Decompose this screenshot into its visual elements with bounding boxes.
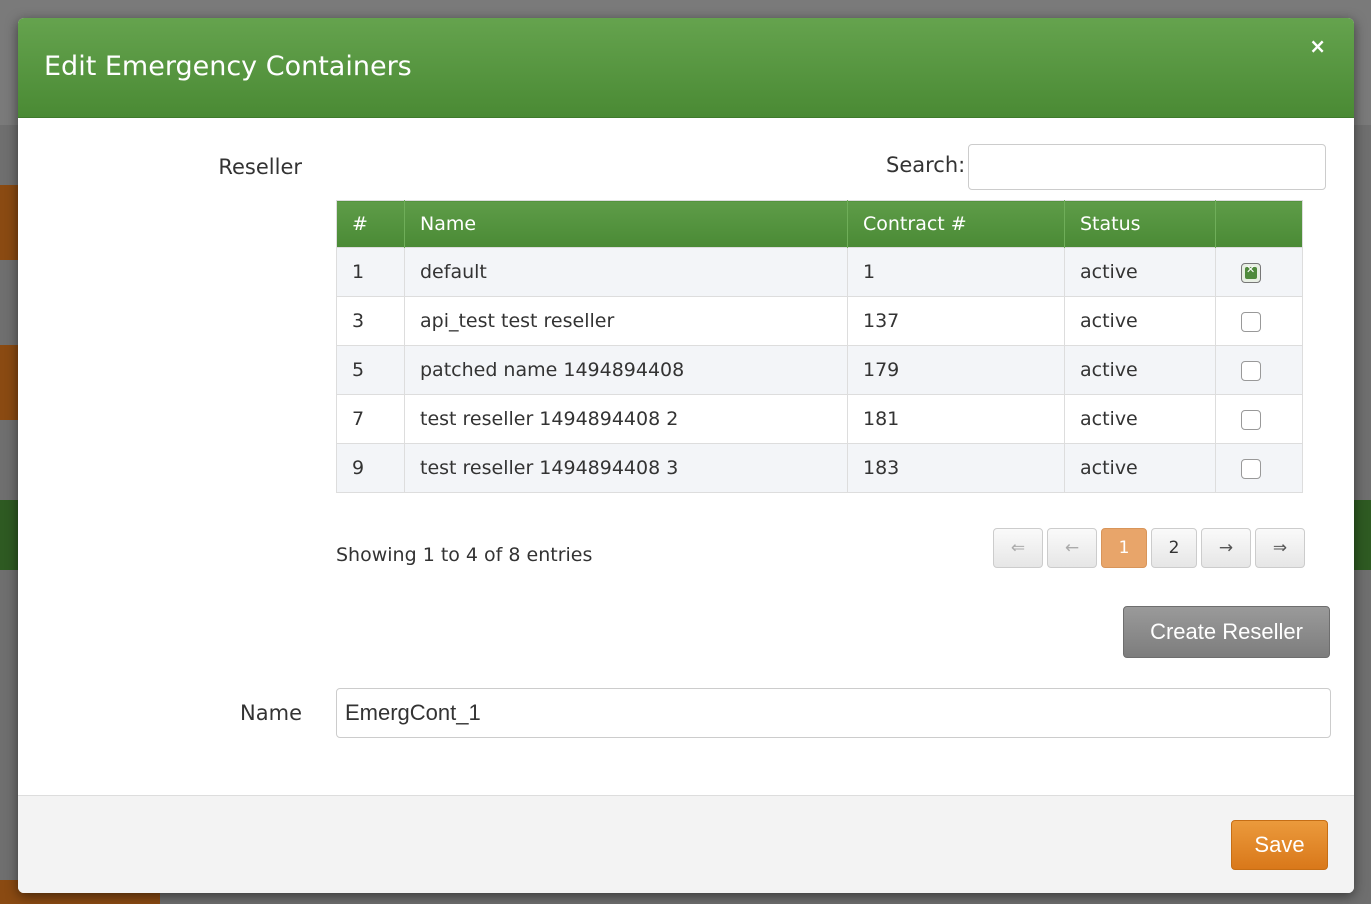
reseller-label: Reseller xyxy=(218,155,302,179)
cell-id: 5 xyxy=(336,345,405,395)
backdrop-fragment xyxy=(0,345,18,420)
cell-select xyxy=(1215,394,1303,444)
cell-status: active xyxy=(1064,296,1216,346)
cell-select xyxy=(1215,345,1303,395)
search-input[interactable] xyxy=(968,144,1326,190)
cell-id: 9 xyxy=(336,443,405,493)
page-1-button[interactable]: 1 xyxy=(1101,528,1147,568)
backdrop-fragment xyxy=(0,500,18,570)
column-header-name[interactable]: Name xyxy=(404,200,848,248)
cell-select xyxy=(1215,296,1303,346)
table-header-row: # Name Contract # Status xyxy=(336,200,1303,248)
cell-status: active xyxy=(1064,247,1216,297)
cell-id: 1 xyxy=(336,247,405,297)
edit-emergency-containers-modal: Edit Emergency Containers × Reseller Sea… xyxy=(18,18,1354,893)
table-row[interactable]: 9 test reseller 1494894408 3 183 active xyxy=(336,443,1303,493)
cell-contract: 137 xyxy=(847,296,1065,346)
close-icon[interactable]: × xyxy=(1309,34,1326,58)
table-row[interactable]: 7 test reseller 1494894408 2 181 active xyxy=(336,394,1303,444)
cell-status: active xyxy=(1064,345,1216,395)
row-checkbox[interactable] xyxy=(1241,360,1261,381)
cell-name: test reseller 1494894408 2 xyxy=(404,394,848,444)
backdrop-fragment xyxy=(1354,500,1371,570)
column-header-contract[interactable]: Contract # xyxy=(847,200,1065,248)
cell-name: default xyxy=(404,247,848,297)
next-page-button[interactable]: → xyxy=(1201,528,1251,568)
cell-id: 7 xyxy=(336,394,405,444)
cell-select xyxy=(1215,247,1303,297)
table-row[interactable]: 3 api_test test reseller 137 active xyxy=(336,296,1303,346)
search-label: Search: xyxy=(886,153,966,177)
prev-page-button[interactable]: ← xyxy=(1047,528,1097,568)
name-label: Name xyxy=(240,701,302,725)
row-checkbox[interactable] xyxy=(1241,458,1261,479)
cell-name: api_test test reseller xyxy=(404,296,848,346)
cell-name: test reseller 1494894408 3 xyxy=(404,443,848,493)
modal-header: Edit Emergency Containers × xyxy=(18,18,1354,118)
cell-contract: 1 xyxy=(847,247,1065,297)
table-info-text: Showing 1 to 4 of 8 entries xyxy=(336,544,593,566)
cell-name: patched name 1494894408 xyxy=(404,345,848,395)
create-reseller-button[interactable]: Create Reseller xyxy=(1123,606,1330,658)
backdrop-fragment xyxy=(0,185,18,260)
cell-status: active xyxy=(1064,443,1216,493)
cell-contract: 181 xyxy=(847,394,1065,444)
cell-select xyxy=(1215,443,1303,493)
column-header-status[interactable]: Status xyxy=(1064,200,1216,248)
save-button[interactable]: Save xyxy=(1231,820,1328,870)
first-page-button[interactable]: ⇐ xyxy=(993,528,1043,568)
row-checkbox[interactable] xyxy=(1241,409,1261,430)
cell-contract: 179 xyxy=(847,345,1065,395)
pagination: ⇐ ← 1 2 → ⇒ xyxy=(993,528,1305,568)
table-row[interactable]: 5 patched name 1494894408 179 active xyxy=(336,345,1303,395)
name-input[interactable]: EmergCont_1 xyxy=(336,688,1331,738)
modal-title: Edit Emergency Containers xyxy=(44,51,412,82)
column-header-select xyxy=(1215,200,1303,248)
page-2-button[interactable]: 2 xyxy=(1151,528,1197,568)
reseller-table: # Name Contract # Status 1 default 1 act… xyxy=(336,200,1303,493)
cell-contract: 183 xyxy=(847,443,1065,493)
cell-id: 3 xyxy=(336,296,405,346)
modal-footer: Save xyxy=(18,795,1354,893)
cell-status: active xyxy=(1064,394,1216,444)
table-row[interactable]: 1 default 1 active xyxy=(336,247,1303,297)
row-checkbox[interactable] xyxy=(1241,311,1261,332)
last-page-button[interactable]: ⇒ xyxy=(1255,528,1305,568)
column-header-id[interactable]: # xyxy=(336,200,405,248)
row-checkbox[interactable] xyxy=(1241,262,1261,283)
